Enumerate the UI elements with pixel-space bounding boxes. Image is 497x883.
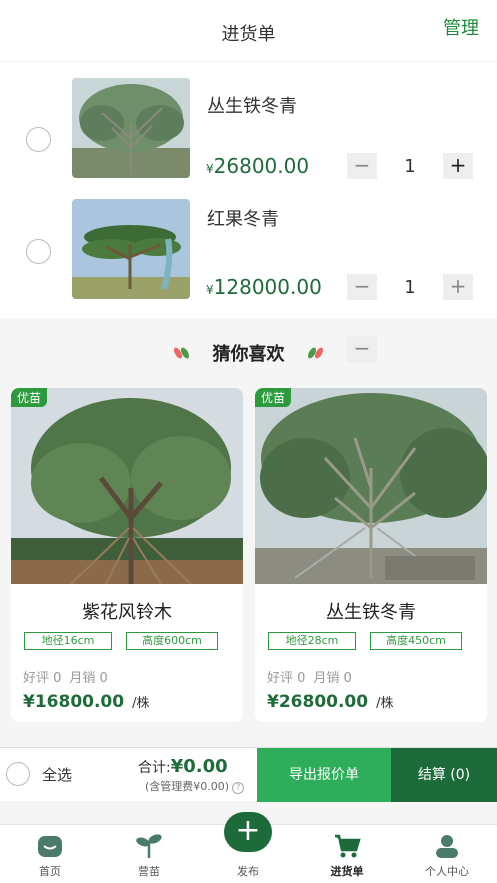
product-price: ¥26800.00/株 xyxy=(267,692,393,712)
total-price: 合计:¥0.00 xyxy=(138,756,228,777)
reviews-count: 好评 0 xyxy=(23,671,62,686)
cart-list: 丛生铁冬青 ¥26800.00 − 1 + 红果冬青 ¥128000.00 − xyxy=(0,62,497,362)
leaf-decoration-icon xyxy=(172,344,192,367)
checkout-bar: 全选 合计:¥0.00 (含管理费¥0.00)? 导出报价单 结算 (0) xyxy=(0,747,497,802)
tab-label: 进货单 xyxy=(330,865,364,878)
tab-seedlings[interactable]: 营苗 xyxy=(109,825,189,883)
user-icon xyxy=(433,833,461,859)
tab-label: 首页 xyxy=(39,865,61,878)
spec-tag: 高度450cm xyxy=(370,632,462,650)
product-name[interactable]: 丛生铁冬青 xyxy=(255,598,487,624)
item-price: ¥26800.00 xyxy=(206,154,309,178)
item-name[interactable]: 红果冬青 xyxy=(207,205,279,231)
recommend-header: 猜你喜欢 xyxy=(0,340,497,367)
tab-home[interactable]: 首页 xyxy=(10,825,90,883)
decrease-quantity-button[interactable]: − xyxy=(347,274,377,300)
product-thumbnail[interactable] xyxy=(72,199,190,299)
quality-badge: 优苗 xyxy=(255,388,292,407)
spec-tag: 高度600cm xyxy=(126,632,218,650)
tab-label: 个人中心 xyxy=(425,865,469,878)
quantity-value: 1 xyxy=(404,156,416,177)
tab-cart[interactable]: 进货单 xyxy=(307,825,387,883)
product-image[interactable]: 优苗 xyxy=(11,388,243,585)
product-price: ¥16800.00/株 xyxy=(23,692,149,712)
currency-symbol: ¥ xyxy=(206,283,214,297)
page-title: 进货单 xyxy=(221,24,276,45)
price-value: 128000.00 xyxy=(213,275,322,299)
management-fee-note: (含管理费¥0.00)? xyxy=(145,778,245,794)
quantity-value: 1 xyxy=(404,277,416,298)
spec-tag: 地径28cm xyxy=(268,632,356,650)
total-label: 合计: xyxy=(138,760,171,776)
price-unit: /株 xyxy=(376,696,394,711)
price-value: ¥16800.00 xyxy=(23,692,125,712)
top-header: 进货单 管理 xyxy=(0,0,497,62)
select-all-radio[interactable] xyxy=(6,762,30,786)
cart-icon xyxy=(333,833,361,859)
product-name[interactable]: 紫花风铃木 xyxy=(11,598,243,624)
help-icon[interactable]: ? xyxy=(232,782,245,794)
tab-label: 发布 xyxy=(237,865,259,878)
reviews-count: 好评 0 xyxy=(267,671,306,686)
total-amount: ¥0.00 xyxy=(170,756,228,777)
checkout-button[interactable]: 结算 (0) xyxy=(391,748,497,802)
item-select-radio[interactable] xyxy=(26,239,51,264)
monthly-sales: 月销 0 xyxy=(313,671,352,686)
select-all-label[interactable]: 全选 xyxy=(42,764,72,785)
price-value: ¥26800.00 xyxy=(267,692,369,712)
item-name[interactable]: 丛生铁冬青 xyxy=(207,92,297,118)
item-select-radio[interactable] xyxy=(26,127,51,152)
seedling-icon xyxy=(135,833,163,859)
fee-text: (含管理费¥0.00) xyxy=(145,780,230,793)
home-icon xyxy=(36,833,64,859)
item-price: ¥128000.00 xyxy=(206,275,322,299)
product-stats: 好评 0 月销 0 xyxy=(267,667,360,686)
product-card[interactable]: 优苗 紫花风铃木 地径16cm 高度600cm 好评 0 月销 0 ¥16800.… xyxy=(11,388,243,722)
decrease-quantity-button[interactable]: − xyxy=(347,153,377,179)
publish-plus-icon[interactable]: + xyxy=(224,812,272,852)
product-thumbnail[interactable] xyxy=(72,78,190,178)
product-image[interactable]: 优苗 xyxy=(255,388,487,584)
recommend-title: 猜你喜欢 xyxy=(212,344,285,365)
currency-symbol: ¥ xyxy=(206,162,214,176)
tab-profile[interactable]: 个人中心 xyxy=(407,825,487,883)
tab-label: 营苗 xyxy=(138,865,160,878)
leaf-decoration-icon xyxy=(305,344,325,367)
spec-tag: 地径16cm xyxy=(24,632,112,650)
export-quote-button[interactable]: 导出报价单 xyxy=(257,748,391,802)
quality-badge: 优苗 xyxy=(11,388,48,407)
increase-quantity-button[interactable]: + xyxy=(443,274,473,300)
increase-quantity-button[interactable]: + xyxy=(443,153,473,179)
manage-button[interactable]: 管理 xyxy=(443,14,479,40)
product-stats: 好评 0 月销 0 xyxy=(23,667,116,686)
price-unit: /株 xyxy=(132,696,150,711)
price-value: 26800.00 xyxy=(213,154,310,178)
cart-item: 丛生铁冬青 ¥26800.00 − 1 + xyxy=(0,72,497,192)
cart-item: 红果冬青 ¥128000.00 − xyxy=(0,193,497,362)
product-card[interactable]: 优苗 丛生铁冬青 地径28cm 高度450cm 好评 0 月销 0 ¥26800.… xyxy=(255,388,487,722)
monthly-sales: 月销 0 xyxy=(69,671,108,686)
